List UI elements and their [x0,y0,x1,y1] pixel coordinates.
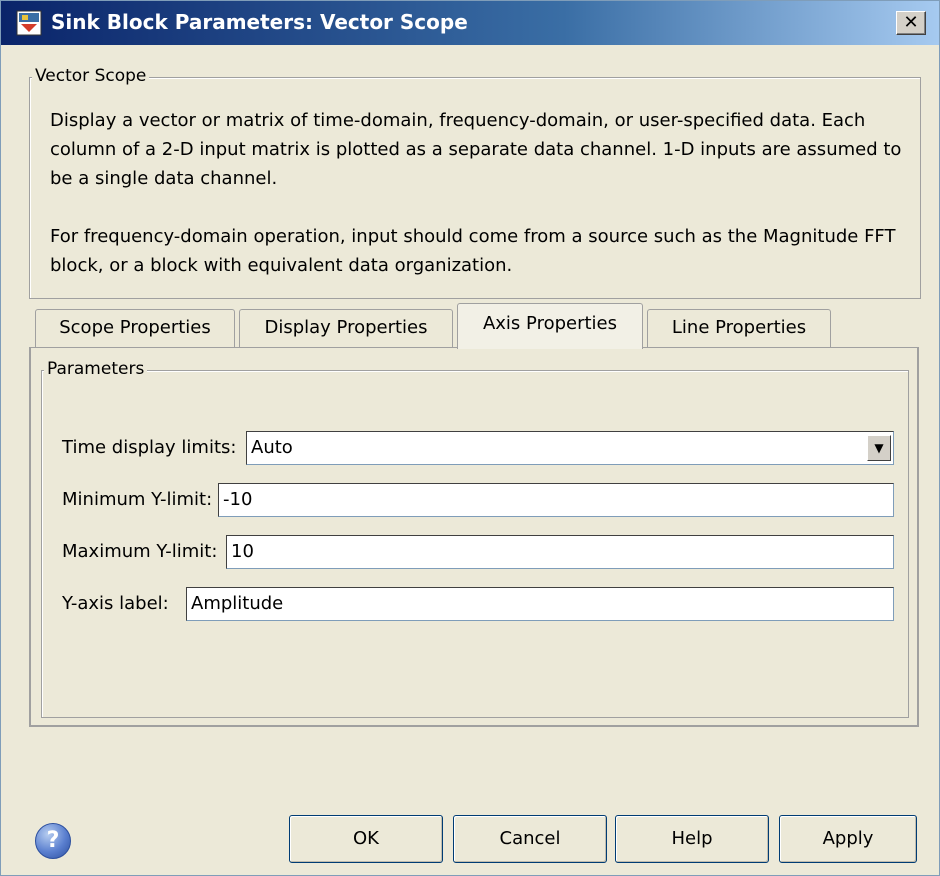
y-axis-label-label: Y-axis label: [62,593,169,614]
parameters-legend: Parameters [44,359,148,379]
description-text-frequency: For frequency-domain operation, input sh… [50,226,896,276]
tab-scope-properties[interactable]: Scope Properties [35,309,235,347]
cancel-button[interactable]: Cancel [453,815,607,863]
chevron-down-icon[interactable]: ▼ [867,435,891,461]
time-display-limits-value: Auto [251,437,293,458]
ok-button[interactable]: OK [289,815,443,863]
apply-button[interactable]: Apply [779,815,917,863]
max-y-limit-label: Maximum Y-limit: [62,541,218,562]
help-icon[interactable]: ? [35,823,71,859]
close-button[interactable]: ✕ [896,11,926,35]
block-parameters-dialog: Sink Block Parameters: Vector Scope ✕ Ve… [0,0,940,876]
title-bar[interactable]: Sink Block Parameters: Vector Scope ✕ [1,1,939,45]
y-axis-label-input[interactable]: Amplitude [186,587,894,621]
description-group: Vector Scope Display a vector or matrix … [29,66,921,299]
axis-properties-panel: Parameters Time display limits: Auto ▼ M… [29,347,919,727]
simulink-block-icon [16,10,42,36]
min-y-limit-label: Minimum Y-limit: [62,489,213,510]
description-legend: Vector Scope [32,66,150,86]
window-title: Sink Block Parameters: Vector Scope [51,10,468,34]
time-display-limits-label: Time display limits: [62,437,237,458]
tab-line-properties[interactable]: Line Properties [647,309,831,347]
min-y-limit-input[interactable]: -10 [218,483,894,517]
tab-display-properties[interactable]: Display Properties [239,309,453,347]
tab-axis-properties[interactable]: Axis Properties [457,303,643,349]
help-button[interactable]: Help [615,815,769,863]
description-text: Display a vector or matrix of time-domai… [50,110,902,189]
parameters-group: Parameters Time display limits: Auto ▼ M… [41,359,909,718]
max-y-limit-input[interactable]: 10 [226,535,894,569]
time-display-limits-select[interactable]: Auto ▼ [246,431,894,465]
